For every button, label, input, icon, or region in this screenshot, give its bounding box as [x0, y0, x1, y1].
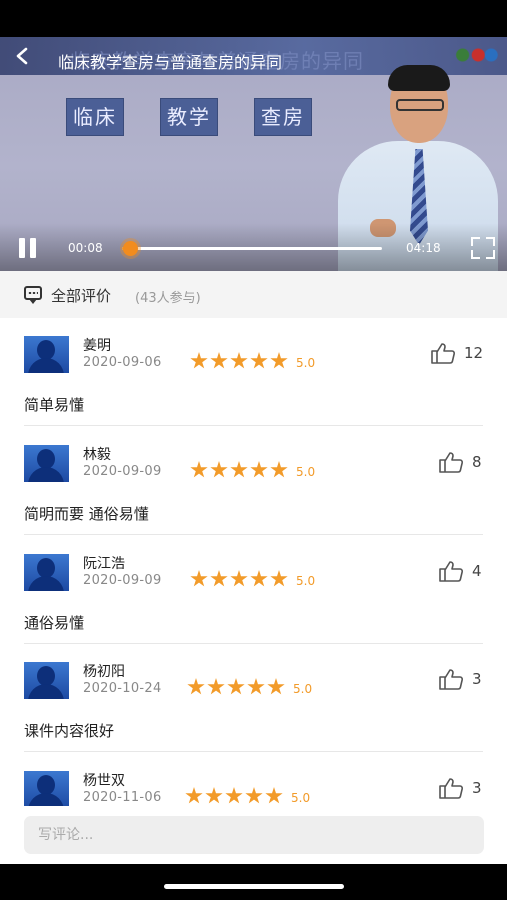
divider	[24, 751, 483, 752]
reviewer-name: 阮江浩	[83, 556, 125, 572]
review-item: 林毅 2020-09-09 5.0 8 简明而要 通俗易懂	[0, 427, 507, 535]
review-date: 2020-09-09	[83, 464, 162, 479]
thumbs-up-icon	[431, 343, 456, 364]
like-button[interactable]	[430, 342, 456, 364]
review-date: 2020-09-06	[83, 355, 162, 370]
star-icon	[225, 787, 243, 804]
thumbs-up-icon	[439, 778, 464, 799]
avatar	[24, 662, 69, 699]
star-icon	[250, 570, 268, 587]
like-count: 3	[472, 670, 482, 688]
avatar	[24, 445, 69, 482]
star-icon	[230, 570, 248, 587]
thumbs-up-icon	[439, 669, 464, 690]
review-date: 2020-09-09	[83, 573, 162, 588]
pause-icon	[19, 238, 25, 258]
review-item: 阮江浩 2020-09-09 5.0 4 通俗易懂	[0, 536, 507, 644]
star-icon	[267, 678, 285, 695]
star-rating	[190, 461, 288, 479]
comments-header: 全部评价 (43人参与)	[0, 271, 507, 318]
rating-score: 5.0	[293, 682, 313, 696]
current-time: 00:08	[68, 241, 103, 255]
like-count: 12	[464, 344, 484, 362]
star-icon	[210, 352, 228, 369]
star-rating	[185, 787, 283, 805]
rating-score: 5.0	[296, 465, 316, 479]
comments-title: 全部评价	[51, 287, 112, 305]
star-icon	[190, 352, 208, 369]
like-button[interactable]	[438, 668, 464, 690]
star-icon	[207, 678, 225, 695]
back-button[interactable]	[14, 46, 44, 68]
star-icon	[270, 570, 288, 587]
star-icon	[250, 461, 268, 478]
avatar	[24, 771, 69, 808]
review-item: 姜明 2020-09-06 5.0 12 简单易懂	[0, 318, 507, 426]
like-button[interactable]	[438, 777, 464, 799]
pause-button[interactable]	[17, 238, 39, 258]
reviewer-name: 杨世双	[83, 773, 125, 789]
reviewer-name: 林毅	[83, 447, 111, 463]
review-item: 杨初阳 2020-10-24 5.0 3 课件内容很好	[0, 644, 507, 752]
thumbs-up-icon	[439, 452, 464, 473]
star-icon	[205, 787, 223, 804]
reviewer-name: 姜明	[83, 338, 111, 354]
star-icon	[270, 352, 288, 369]
review-text: 通俗易懂	[24, 614, 85, 632]
like-button[interactable]	[438, 560, 464, 582]
star-icon	[250, 352, 268, 369]
star-icon	[190, 570, 208, 587]
review-text: 课件内容很好	[24, 722, 115, 740]
back-arrow-icon	[16, 47, 28, 65]
star-icon	[230, 352, 248, 369]
progress-knob[interactable]	[123, 241, 139, 256]
divider	[24, 534, 483, 535]
star-rating	[190, 570, 288, 588]
slide-word: 教学	[160, 98, 218, 136]
home-indicator	[164, 884, 344, 889]
review-text: 简单易懂	[24, 396, 85, 414]
slide-logo	[447, 43, 499, 67]
rating-score: 5.0	[296, 574, 316, 588]
rating-score: 5.0	[291, 791, 311, 805]
like-count: 3	[472, 779, 482, 797]
review-text: 简明而要 通俗易懂	[24, 505, 149, 523]
review-date: 2020-11-06	[83, 790, 162, 805]
star-icon	[210, 461, 228, 478]
fullscreen-button[interactable]	[471, 237, 495, 259]
comment-input-bar	[0, 806, 507, 864]
progress-bar[interactable]	[122, 241, 382, 256]
comments-panel: 全部评价 (43人参与) 姜明 2020-09-06 5.0 12 简单易懂 林毅 2020…	[0, 271, 507, 864]
star-icon	[230, 461, 248, 478]
star-icon	[187, 678, 205, 695]
like-count: 8	[472, 453, 482, 471]
slide-word: 查房	[254, 98, 312, 136]
star-icon	[270, 461, 288, 478]
comment-icon	[24, 286, 42, 304]
total-time: 04:18	[406, 241, 441, 255]
video-player[interactable]: 临床教学查房与普通查房的异同 临床 教学 查房 临床教学查房与普通查房的异同 0…	[0, 37, 507, 271]
comment-input[interactable]	[24, 816, 484, 854]
star-icon	[227, 678, 245, 695]
divider	[24, 425, 483, 426]
star-icon	[265, 787, 283, 804]
star-icon	[245, 787, 263, 804]
avatar	[24, 554, 69, 591]
reviewer-name: 杨初阳	[83, 664, 125, 680]
star-rating	[190, 352, 288, 370]
avatar	[24, 336, 69, 373]
slide-word: 临床	[66, 98, 124, 136]
star-icon	[210, 570, 228, 587]
video-title: 临床教学查房与普通查房的异同	[58, 53, 283, 72]
star-icon	[185, 787, 203, 804]
like-count: 4	[472, 562, 482, 580]
review-date: 2020-10-24	[83, 681, 162, 696]
thumbs-up-icon	[439, 561, 464, 582]
star-icon	[247, 678, 265, 695]
star-icon	[190, 461, 208, 478]
participant-count: (43人参与)	[135, 291, 201, 306]
star-rating	[187, 678, 285, 696]
like-button[interactable]	[438, 451, 464, 473]
rating-score: 5.0	[296, 356, 316, 370]
